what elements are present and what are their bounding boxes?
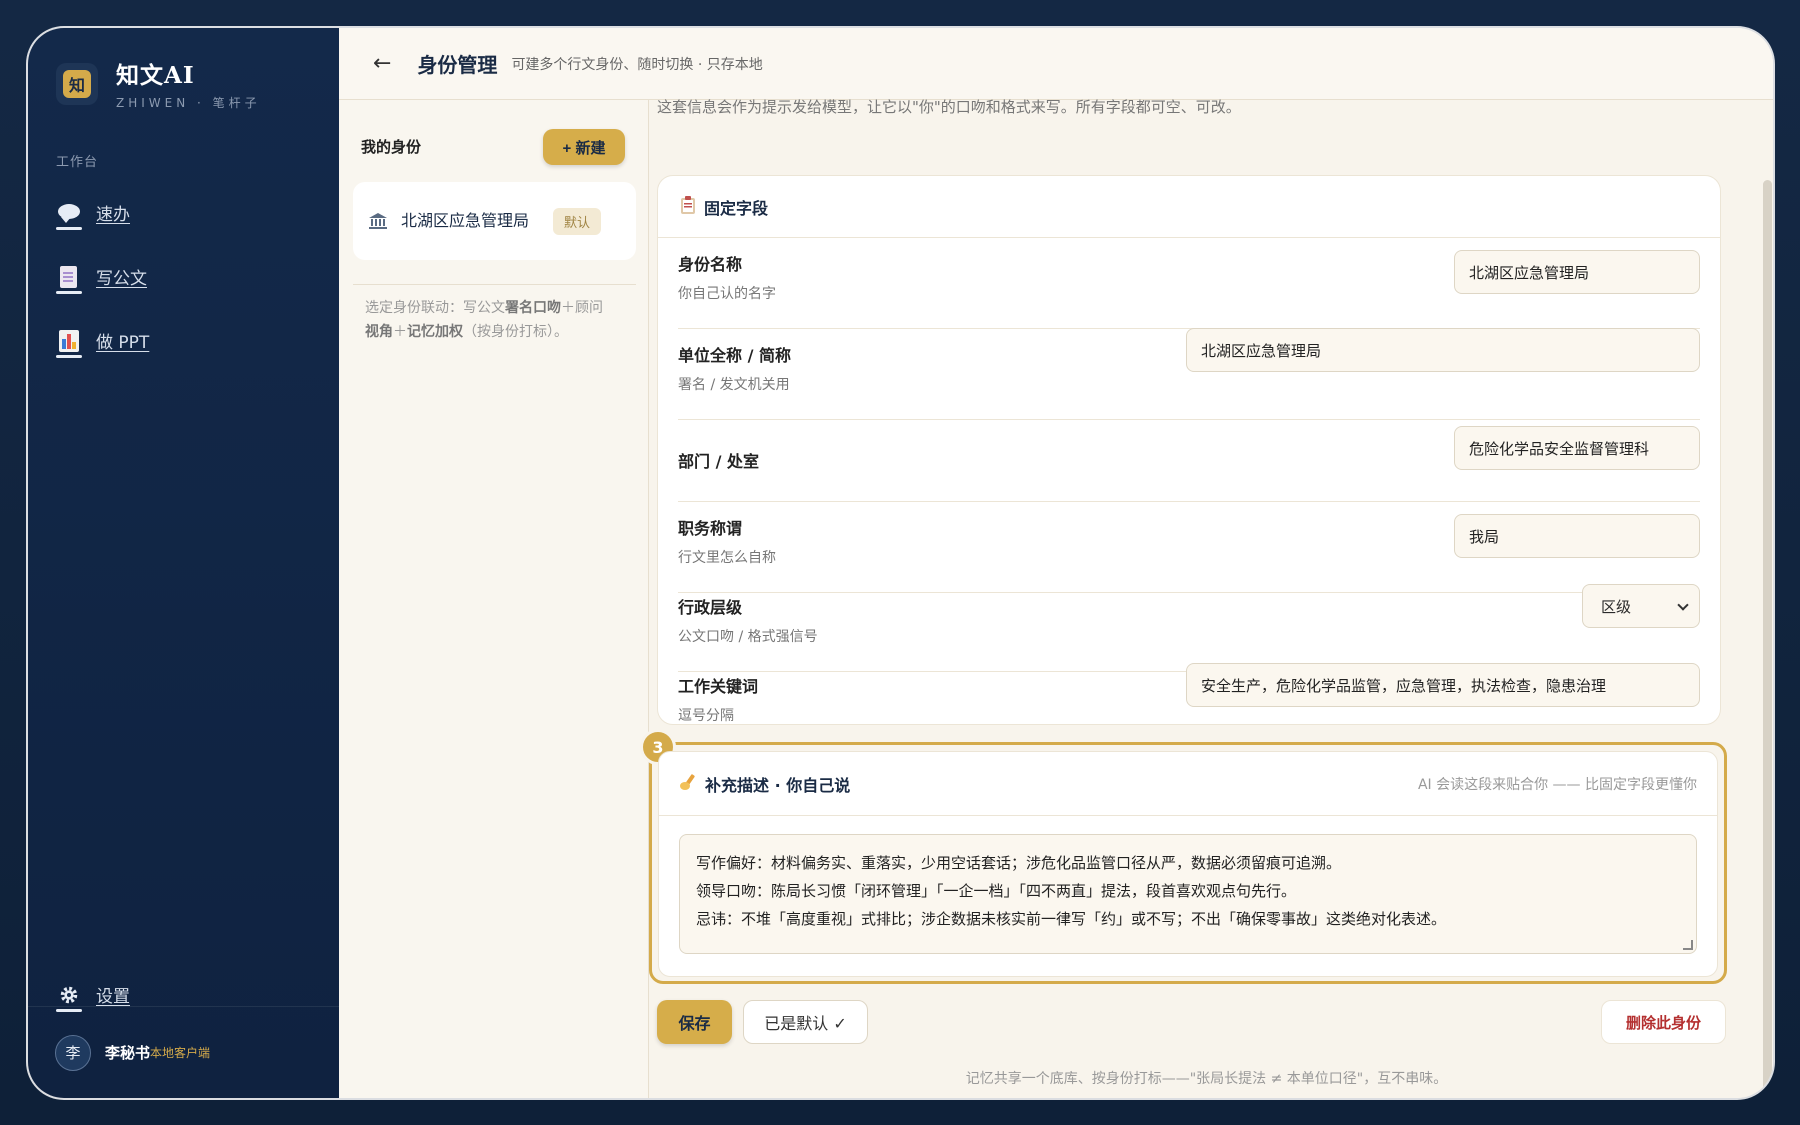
logo: 知 — [56, 62, 98, 105]
field-hint: 署名 / 发文机关用 — [678, 377, 790, 393]
user-name: 李秘书 — [105, 1044, 151, 1062]
form-intro: 这套信息会作为提示发给模型，让它以"你"的口吻和格式来写。所有字段都可空、可改。 — [657, 98, 1241, 116]
identity-name: 北湖区应急管理局 — [401, 211, 530, 230]
sidebar-item-label: 速办 — [96, 205, 130, 225]
supplement-textarea[interactable]: 写作偏好：材料偏务实、重落实，少用空话套话；涉危化品监管口径从严，数据必须留痕可… — [679, 834, 1697, 954]
speech-bubble-icon — [56, 202, 82, 230]
avatar: 李 — [55, 1034, 91, 1071]
save-button[interactable]: 保存 — [657, 1000, 732, 1044]
keywords-input[interactable]: 安全生产，危险化学品监管，应急管理，执法检查，隐患治理 — [1186, 663, 1700, 707]
sidebar-item-write-document[interactable]: 写公文 — [56, 264, 147, 294]
new-identity-button[interactable]: + 新建 — [543, 129, 625, 165]
identity-heading: 我的身份 — [361, 138, 422, 156]
app-window: 知 知文AI ZHIWEN · 笔杆子 工作台 速办 写公文 做 PPT 设置 … — [28, 28, 1773, 1098]
footer-note: 记忆共享一个底库、按身份打标——"张局长提法 ≠ 本单位口径"，互不串味。 — [965, 1071, 1448, 1087]
identity-item[interactable]: 北湖区应急管理局 默认 — [353, 182, 636, 260]
admin-level-value: 区级 — [1601, 597, 1632, 616]
user-area[interactable]: 李 李秘书 本地客户端 — [28, 1006, 339, 1098]
writing-hand-icon — [679, 773, 697, 795]
sidebar-item-label: 写公文 — [96, 269, 147, 289]
field-department: 部门 / 处室 危险化学品安全监督管理科 — [678, 426, 1700, 502]
supplement-highlight: 3 补充描述 · 你自己说 AI 会读这段来贴合你 —— 比固定字段更懂你 写作… — [640, 729, 1727, 984]
sidebar-item-make-ppt[interactable]: 做 PPT — [56, 328, 150, 358]
scrollbar[interactable] — [1763, 180, 1772, 1096]
main-area: ← 身份管理 可建多个行文身份、随时切换 · 只存本地 我的身份 + 新建 北湖… — [339, 28, 1773, 1098]
brand-title: 知文AI — [116, 62, 195, 89]
textarea-line: 写作偏好：材料偏务实、重落实，少用空话套话；涉危化品监管口径从严，数据必须留痕可… — [696, 854, 1342, 872]
field-identity-name: 身份名称 你自己认的名字 北湖区应急管理局 — [678, 250, 1700, 329]
default-badge: 默认 — [553, 207, 602, 235]
identity-form: 这套信息会作为提示发给模型，让它以"你"的口吻和格式来写。所有字段都可空、可改。… — [640, 98, 1773, 1098]
logo-icon: 知 — [63, 69, 91, 98]
page-title: 身份管理 — [417, 53, 498, 77]
supplement-hint: AI 会读这段来贴合你 —— 比固定字段更懂你 — [1417, 776, 1697, 793]
admin-level-select[interactable]: 区级 — [1582, 584, 1700, 628]
building-icon — [369, 213, 387, 229]
section-label: 工作台 — [56, 155, 99, 170]
fixed-fields-card: 固定字段 身份名称 你自己认的名字 北湖区应急管理局 单位全称 / 简称 署名 … — [657, 175, 1721, 725]
identity-name-input[interactable]: 北湖区应急管理局 — [1454, 250, 1700, 294]
sidebar-item-label: 做 PPT — [96, 333, 150, 353]
back-button[interactable]: ← — [373, 51, 391, 76]
supplement-card: 补充描述 · 你自己说 AI 会读这段来贴合你 —— 比固定字段更懂你 写作偏好… — [658, 751, 1718, 977]
sidebar: 知 知文AI ZHIWEN · 笔杆子 工作台 速办 写公文 做 PPT 设置 … — [28, 28, 339, 1098]
supplement-title: 补充描述 · 你自己说 — [705, 775, 851, 795]
field-organization: 单位全称 / 简称 署名 / 发文机关用 北湖区应急管理局 — [678, 328, 1700, 420]
divider — [353, 284, 636, 285]
sidebar-item-quick[interactable]: 速办 — [56, 200, 130, 230]
brand: 知 知文AI ZHIWEN · 笔杆子 — [56, 56, 261, 111]
clipboard-icon — [680, 195, 696, 218]
fixed-fields-title: 固定字段 — [704, 198, 769, 218]
field-admin-level: 行政层级 公文口吻 / 格式强信号 区级 — [678, 584, 1700, 672]
brand-subtitle: ZHIWEN · 笔杆子 — [116, 96, 261, 110]
bar-chart-icon — [56, 329, 82, 358]
delete-identity-button[interactable]: 删除此身份 — [1601, 1000, 1726, 1044]
field-label: 行政层级 — [678, 598, 743, 617]
sidebar-item-label: 设置 — [96, 987, 130, 1007]
sidebar-item-settings[interactable]: 设置 — [56, 982, 130, 1012]
page-subtitle: 可建多个行文身份、随时切换 · 只存本地 — [511, 56, 763, 73]
identity-panel: 我的身份 + 新建 北湖区应急管理局 默认 选定身份联动：写公文署名口吻＋顾问视… — [339, 100, 649, 1098]
chevron-down-icon — [1677, 599, 1689, 611]
user-tag: 本地客户端 — [150, 1046, 211, 1060]
identity-note: 选定身份联动：写公文署名口吻＋顾问视角＋记忆加权（按身份打标）。 — [365, 300, 603, 340]
department-input[interactable]: 危险化学品安全监督管理科 — [1454, 426, 1700, 470]
resize-handle[interactable] — [1683, 940, 1693, 950]
textarea-line: 忌讳：不堆「高度重视」式排比；涉企数据未核实前一律写「约」或不写；不出「确保零事… — [696, 910, 1447, 928]
field-hint: 公文口吻 / 格式强信号 — [678, 629, 818, 645]
field-keywords: 工作关键词 逗号分隔 安全生产，危险化学品监管，应急管理，执法检查，隐患治理 — [678, 663, 1700, 725]
textarea-line: 领导口吻：陈局长习惯「闭环管理」「一企一档」「四不两直」提法，段首喜欢观点句先行… — [696, 882, 1297, 900]
gear-icon — [56, 984, 82, 1012]
organization-input[interactable]: 北湖区应急管理局 — [1186, 328, 1700, 372]
document-icon — [56, 265, 82, 294]
field-title: 职务称谓 行文里怎么自称 我局 — [678, 514, 1700, 593]
field-hint: 逗号分隔 — [678, 708, 734, 724]
set-default-button[interactable]: 已是默认 ✓ — [743, 1000, 868, 1044]
title-input[interactable]: 我局 — [1454, 514, 1700, 558]
topbar: ← 身份管理 可建多个行文身份、随时切换 · 只存本地 — [339, 28, 1773, 100]
